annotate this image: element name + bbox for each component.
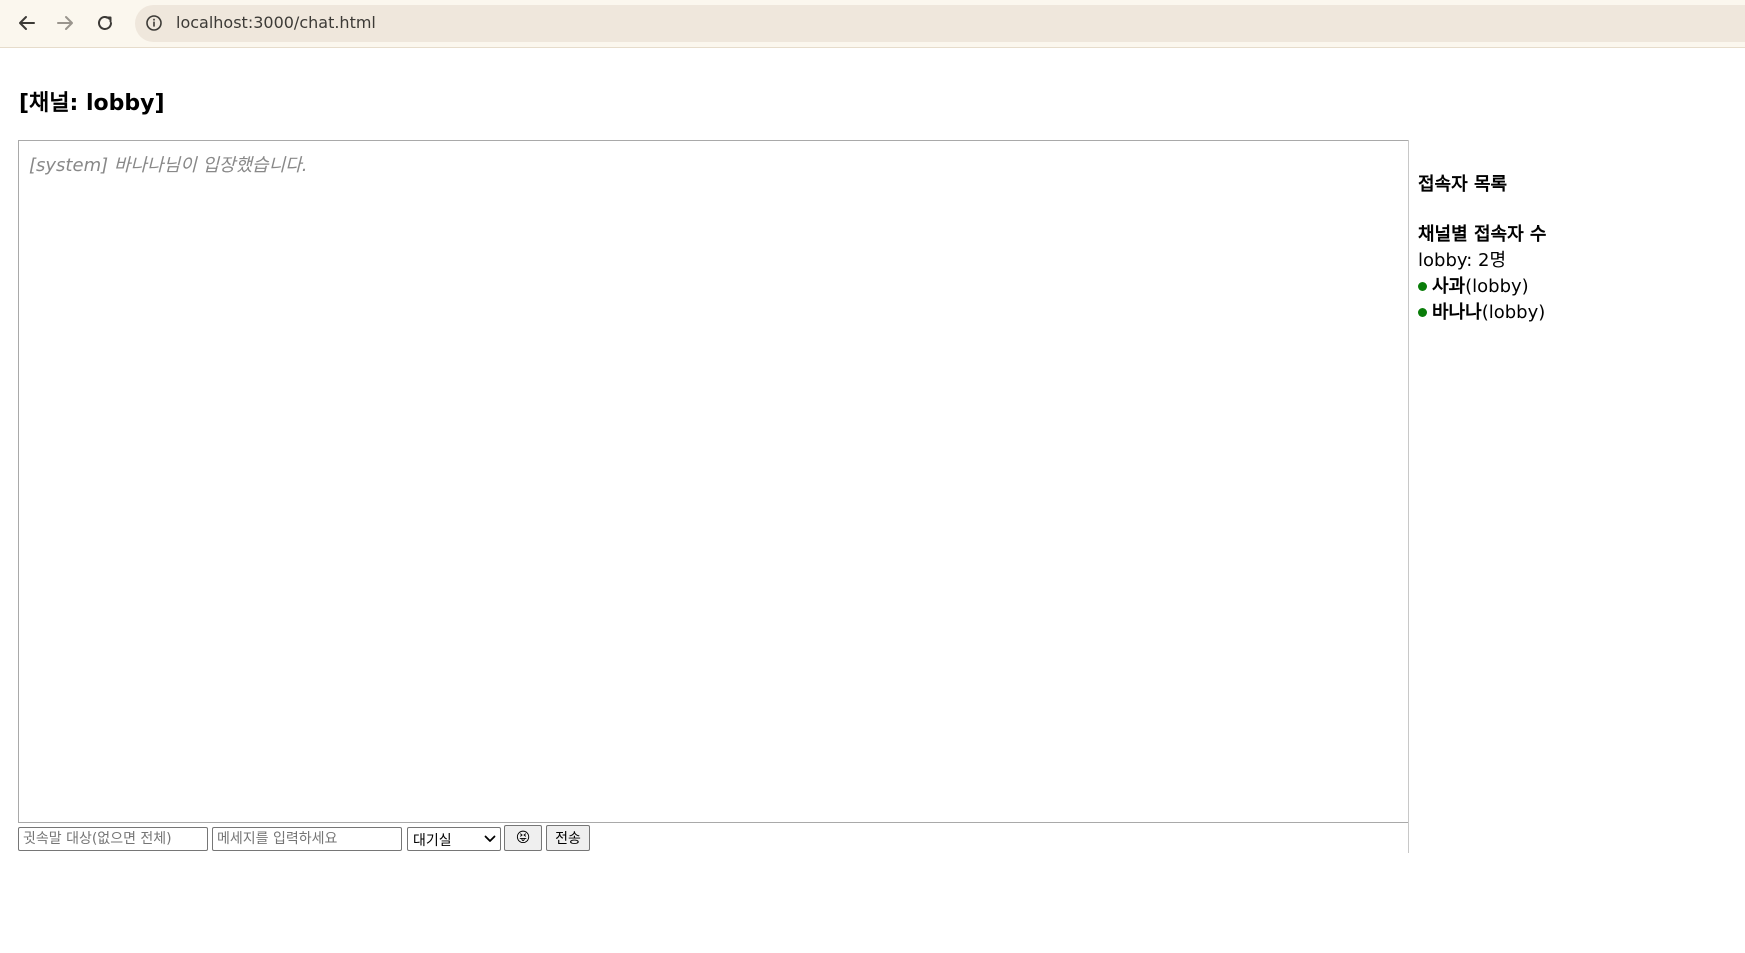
system-message: [system] 바나나님이 입장했습니다.	[29, 155, 308, 176]
site-info-icon[interactable]	[144, 13, 164, 33]
url-text: localhost:3000/chat.html	[176, 13, 376, 32]
sidebar: 접속자 목록 채널별 접속자 수 lobby: 2명 사과(lobby) 바나나…	[1418, 172, 1738, 326]
online-status-icon	[1418, 308, 1427, 317]
emoji-button[interactable]: 😝	[504, 825, 542, 851]
address-bar[interactable]: localhost:3000/chat.html	[135, 5, 1745, 42]
user-channel: (lobby)	[1465, 276, 1529, 297]
user-name: 사과	[1432, 276, 1466, 297]
back-button[interactable]	[12, 8, 42, 38]
reload-icon	[98, 16, 112, 30]
channel-select[interactable]: 대기실	[407, 827, 501, 851]
arrow-right-icon	[57, 16, 73, 30]
reload-button[interactable]	[90, 8, 120, 38]
user-list-item: 바나나(lobby)	[1418, 300, 1738, 326]
user-list-heading: 접속자 목록	[1418, 174, 1508, 195]
whisper-target-input[interactable]	[18, 827, 208, 851]
divider	[1408, 140, 1409, 853]
channel-select-value: 대기실	[413, 833, 452, 849]
user-list-item: 사과(lobby)	[1418, 274, 1738, 300]
channel-count: lobby: 2명	[1418, 250, 1507, 271]
chevron-down-icon	[484, 835, 496, 842]
arrow-left-icon	[19, 16, 35, 30]
send-button[interactable]: 전송	[546, 825, 590, 851]
user-channel: (lobby)	[1481, 302, 1546, 323]
online-status-icon	[1418, 282, 1427, 291]
forward-button[interactable]	[50, 8, 80, 38]
message-input[interactable]	[212, 827, 402, 851]
chat-log[interactable]: [system] 바나나님이 입장했습니다.	[18, 140, 1409, 823]
user-name: 바나나	[1432, 302, 1482, 323]
channel-count-heading: 채널별 접속자 수	[1418, 224, 1547, 245]
page-title: [채널: lobby]	[19, 91, 165, 116]
browser-toolbar: localhost:3000/chat.html	[0, 0, 1745, 48]
